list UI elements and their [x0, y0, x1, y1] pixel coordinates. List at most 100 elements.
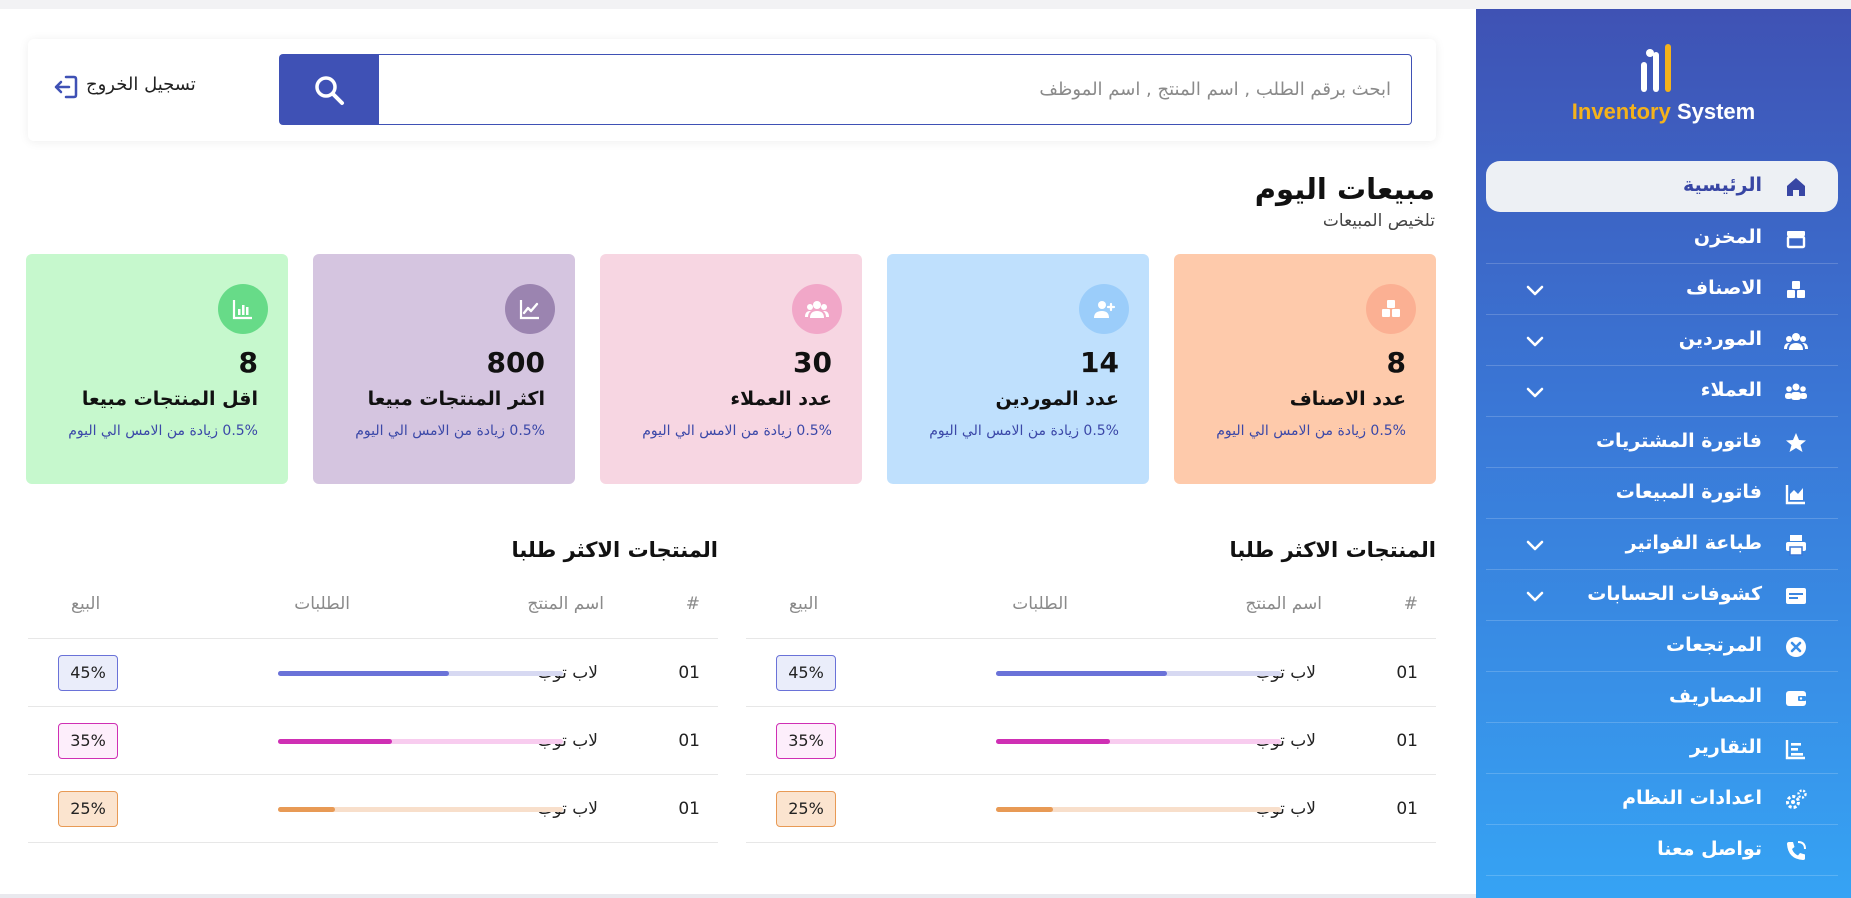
card-delta: 0.5% زيادة من الامس الي اليوم — [929, 423, 1119, 439]
stat-card-0[interactable]: 8 عدد الاصناف 0.5% زيادة من الامس الي اليو… — [1174, 254, 1436, 484]
sidebar-item-0[interactable]: الرئيسية — [1486, 161, 1838, 212]
sidebar-item-5[interactable]: فاتورة المشتريات — [1486, 417, 1838, 468]
gears-icon — [1784, 788, 1808, 810]
sidebar-item-2[interactable]: الاصناف — [1486, 264, 1838, 315]
stat-card-2[interactable]: 30 عدد العملاء 0.5% زيادة من الامس الي الي… — [600, 254, 862, 484]
card-icon-badge — [792, 284, 842, 334]
row-number: 01 — [1396, 731, 1418, 751]
home-icon — [1784, 175, 1808, 197]
logo-text: Inventory System — [1476, 99, 1851, 125]
sidebar-item-label: التقارير — [1689, 736, 1762, 758]
table-row[interactable]: 01 لاب توب 25% — [746, 775, 1436, 843]
card-value: 800 — [486, 346, 545, 379]
search-button[interactable] — [279, 54, 379, 125]
orders-progress-bar — [278, 739, 563, 744]
sidebar-item-6[interactable]: فاتورة المبيعات — [1486, 468, 1838, 519]
sidebar-item-label: المخزن — [1693, 226, 1762, 248]
printer-icon — [1784, 533, 1808, 556]
store-icon — [1784, 227, 1808, 249]
header-num: # — [685, 594, 700, 614]
orders-progress-bar — [996, 739, 1281, 744]
top-header: تسجيل الخروج — [28, 39, 1436, 141]
logout-icon — [54, 75, 78, 99]
sidebar-item-9[interactable]: المرتجعات — [1486, 621, 1838, 672]
sidebar-item-13[interactable]: تواصل معنا — [1486, 825, 1838, 876]
table-row[interactable]: 01 لاب توب 45% — [746, 639, 1436, 707]
logout-label: تسجيل الخروج — [86, 74, 196, 95]
sidebar-item-11[interactable]: التقارير — [1486, 723, 1838, 774]
table-row[interactable]: 01 لاب توب 45% — [28, 639, 718, 707]
sale-percent-badge: 45% — [776, 655, 836, 691]
table-row[interactable]: 01 لاب توب 25% — [28, 775, 718, 843]
orders-progress-fill — [278, 739, 392, 744]
sidebar: Inventory System الرئيسية المخزن الاصناف ال… — [1476, 9, 1851, 898]
sidebar-item-label: المرتجعات — [1666, 634, 1762, 656]
sidebar-item-10[interactable]: المصاريف — [1486, 672, 1838, 723]
card-label: عدد العملاء — [730, 388, 832, 410]
card-delta: 0.5% زيادة من الامس الي اليوم — [68, 423, 258, 439]
search-icon — [315, 76, 344, 105]
sidebar-item-label: فاتورة المشتريات — [1595, 430, 1762, 452]
app-logo[interactable]: Inventory System — [1476, 39, 1851, 139]
stat-card-4[interactable]: 8 اقل المنتجات مبيعا 0.5% زيادة من الامس ا… — [26, 254, 288, 484]
stat-card-1[interactable]: 14 عدد الموردين 0.5% زيادة من الامس الي ال… — [887, 254, 1149, 484]
logo-word-1: Inventory — [1571, 99, 1671, 124]
orders-progress-fill — [996, 739, 1110, 744]
sidebar-item-label: كشوفات الحسابات — [1587, 583, 1762, 605]
sidebar-item-4[interactable]: العملاء — [1486, 366, 1838, 417]
sidebar-item-1[interactable]: المخزن — [1486, 213, 1838, 264]
row-number: 01 — [678, 731, 700, 751]
row-number: 01 — [1396, 799, 1418, 819]
page-subtitle: تلخيص المبيعات — [1322, 211, 1435, 231]
sale-percent-badge: 25% — [776, 791, 836, 827]
card-label: عدد الموردين — [995, 388, 1119, 410]
orders-progress-fill — [996, 807, 1053, 812]
users-icon — [1784, 329, 1808, 351]
header-orders: الطلبات — [294, 594, 350, 614]
chevron-down-icon[interactable] — [1526, 586, 1544, 602]
report-icon — [1784, 737, 1808, 760]
orders-progress-fill — [996, 671, 1167, 676]
star-icon — [1784, 431, 1808, 453]
card-icon-badge — [1366, 284, 1416, 334]
header-sale: البيع — [71, 594, 101, 614]
sale-percent-badge: 25% — [58, 791, 118, 827]
header-name: اسم المنتج — [527, 594, 604, 614]
search-input[interactable] — [378, 54, 1412, 125]
sidebar-item-label: طباعة الفواتير — [1625, 532, 1762, 554]
boxes-icon — [1784, 278, 1808, 300]
table-title: المنتجات الاكثر طلبا — [1229, 538, 1436, 562]
header-orders: الطلبات — [1012, 594, 1068, 614]
sidebar-item-12[interactable]: اعدادات النظام — [1486, 774, 1838, 825]
sidebar-item-8[interactable]: كشوفات الحسابات — [1486, 570, 1838, 621]
logo-word-2: System — [1676, 99, 1756, 124]
sidebar-item-label: العملاء — [1700, 379, 1762, 401]
sale-percent-badge: 35% — [776, 723, 836, 759]
stat-card-3[interactable]: 800 اكثر المنتجات مبيعا 0.5% زيادة من الام… — [313, 254, 575, 484]
sidebar-item-label: اعدادات النظام — [1622, 787, 1762, 809]
sidebar-item-7[interactable]: طباعة الفواتير — [1486, 519, 1838, 570]
header-name: اسم المنتج — [1245, 594, 1322, 614]
chevron-down-icon[interactable] — [1526, 382, 1544, 398]
sidebar-item-label: المصاريف — [1669, 685, 1762, 707]
customers-icon — [1784, 380, 1808, 402]
chevron-down-icon[interactable] — [1526, 280, 1544, 296]
sidebar-item-label: الرئيسية — [1683, 174, 1762, 196]
card-label: اقل المنتجات مبيعا — [81, 388, 258, 410]
table-row[interactable]: 01 لاب توب 35% — [28, 707, 718, 775]
table-title: المنتجات الاكثر طلبا — [511, 538, 718, 562]
chevron-down-icon[interactable] — [1526, 331, 1544, 347]
table-row[interactable]: 01 لاب توب 35% — [746, 707, 1436, 775]
chevron-down-icon[interactable] — [1526, 535, 1544, 551]
sale-percent-badge: 35% — [58, 723, 118, 759]
page-title: مبيعات اليوم — [1254, 172, 1435, 206]
card-value: 8 — [1386, 346, 1406, 379]
orders-progress-bar — [996, 671, 1281, 676]
sidebar-item-label: فاتورة المبيعات — [1615, 481, 1762, 503]
row-number: 01 — [678, 799, 700, 819]
sidebar-item-3[interactable]: الموردين — [1486, 315, 1838, 366]
card-delta: 0.5% زيادة من الامس الي اليوم — [642, 423, 832, 439]
card-value: 8 — [238, 346, 258, 379]
card-value: 14 — [1080, 346, 1119, 379]
orders-progress-fill — [278, 807, 335, 812]
